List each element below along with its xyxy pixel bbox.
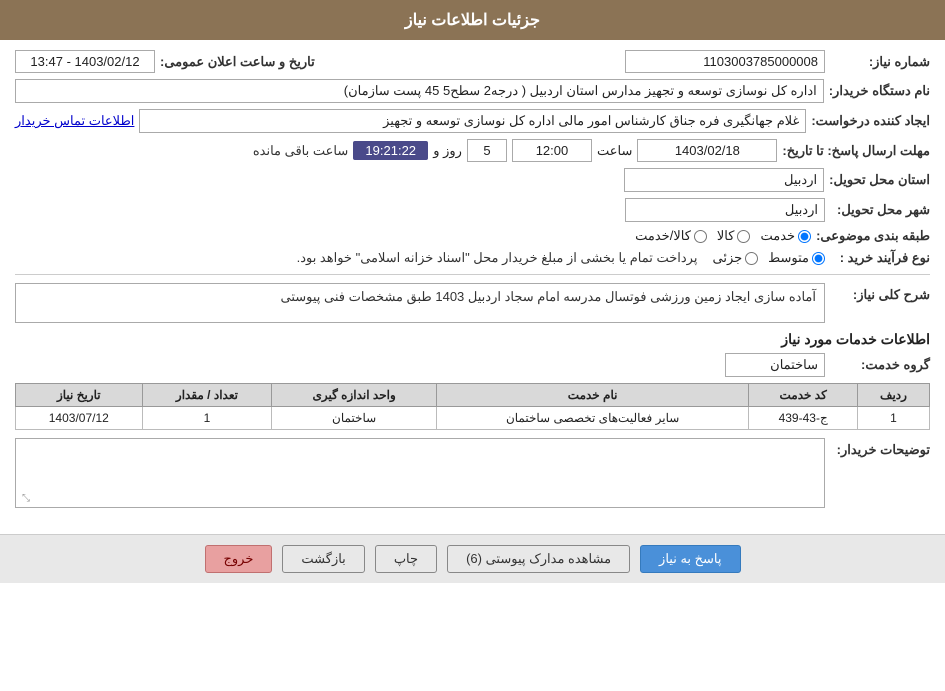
table-row: 1 ج-43-439 سایر فعالیت‌های تخصصی ساختمان… — [16, 407, 930, 430]
cell-unit: ساختمان — [272, 407, 437, 430]
answer-button[interactable]: پاسخ به نیاز — [640, 545, 740, 573]
deadline-days-label: روز و — [433, 143, 462, 159]
contact-link[interactable]: اطلاعات تماس خریدار — [15, 113, 134, 129]
radio-jozvi-text: جزئی — [712, 250, 742, 266]
col-header-service-code: کد خدمت — [749, 384, 858, 407]
radio-khadamat-label[interactable]: خدمت — [760, 228, 811, 244]
buyer-name-value: اداره کل نوسازی توسعه و تجهیز مدارس استا… — [15, 79, 824, 103]
deadline-time-label: ساعت — [597, 143, 632, 159]
back-button[interactable]: بازگشت — [282, 545, 364, 573]
deadline-days: 5 — [467, 139, 507, 162]
buyer-desc-label: توضیحات خریدار: — [830, 438, 930, 458]
radio-kala[interactable] — [737, 230, 750, 243]
col-header-unit: واحد اندازه گیری — [272, 384, 437, 407]
cell-quantity: 1 — [142, 407, 272, 430]
buyer-name-label: نام دستگاه خریدار: — [829, 83, 930, 99]
radio-jozvi[interactable] — [745, 252, 758, 265]
deadline-remaining-label: ساعت باقی مانده — [253, 143, 348, 159]
need-number-value: 1103003785000008 — [625, 50, 825, 73]
province-label: استان محل تحویل: — [829, 172, 930, 188]
category-radio-group: خدمت کالا کالا/خدمت — [635, 228, 811, 244]
need-desc-label: شرح کلی نیاز: — [830, 283, 930, 303]
need-number-label: شماره نیاز: — [830, 54, 930, 70]
city-label: شهر محل تحویل: — [830, 202, 930, 218]
footer-buttons: پاسخ به نیاز مشاهده مدارک پیوستی (6) چاپ… — [0, 534, 945, 583]
purchase-type-radio-group: متوسط جزئی — [712, 250, 825, 266]
services-table: ردیف کد خدمت نام خدمت واحد اندازه گیری ت… — [15, 383, 930, 430]
radio-kala-khadamat-label[interactable]: کالا/خدمت — [635, 228, 707, 244]
payment-note: پرداخت تمام یا بخشی از مبلغ خریدار محل "… — [15, 250, 707, 266]
radio-kala-khadamat-text: کالا/خدمت — [635, 228, 691, 244]
announce-datetime-label: تاریخ و ساعت اعلان عمومی: — [160, 54, 315, 70]
creator-value: غلام جهانگیری فره جناق کارشناس امور مالی… — [139, 109, 806, 133]
cell-date: 1403/07/12 — [16, 407, 143, 430]
col-header-row-num: ردیف — [857, 384, 929, 407]
creator-label: ایجاد کننده درخواست: — [811, 113, 930, 129]
announce-datetime-value: 1403/02/12 - 13:47 — [15, 50, 155, 73]
need-desc-value: آماده سازی ایجاد زمین ورزشی فوتسال مدرسه… — [15, 283, 825, 323]
view-docs-button[interactable]: مشاهده مدارک پیوستی (6) — [447, 545, 630, 573]
radio-kala-khadamat[interactable] — [694, 230, 707, 243]
radio-khadamat-text: خدمت — [760, 228, 795, 244]
radio-kala-label[interactable]: کالا — [717, 228, 751, 244]
province-value: اردبیل — [624, 168, 824, 192]
purchase-type-label: نوع فرآیند خرید : — [830, 250, 930, 266]
service-group-value: ساختمان — [725, 353, 825, 377]
col-header-date: تاریخ نیاز — [16, 384, 143, 407]
col-header-service-name: نام خدمت — [436, 384, 748, 407]
radio-kala-text: کالا — [717, 228, 735, 244]
page-title: جزئیات اطلاعات نیاز — [405, 12, 540, 29]
resize-handle[interactable]: ⤡ — [18, 493, 30, 505]
col-header-quantity: تعداد / مقدار — [142, 384, 272, 407]
exit-button[interactable]: خروج — [205, 545, 273, 573]
deadline-remaining-time: 19:21:22 — [353, 141, 428, 160]
cell-service-name: سایر فعالیت‌های تخصصی ساختمان — [436, 407, 748, 430]
buyer-desc-box[interactable]: ⤡ — [15, 438, 825, 508]
print-button[interactable]: چاپ — [375, 545, 437, 573]
deadline-time: 12:00 — [512, 139, 592, 162]
service-info-title: اطلاعات خدمات مورد نیاز — [15, 331, 930, 348]
city-value: اردبیل — [625, 198, 825, 222]
cell-service-code: ج-43-439 — [749, 407, 858, 430]
category-label: طبقه بندی موضوعی: — [816, 228, 930, 244]
radio-motevaset-label[interactable]: متوسط — [768, 250, 825, 266]
radio-khadamat[interactable] — [798, 230, 811, 243]
radio-motevaset-text: متوسط — [768, 250, 809, 266]
deadline-label: مهلت ارسال پاسخ: تا تاریخ: — [782, 143, 930, 159]
radio-jozvi-label[interactable]: جزئی — [712, 250, 758, 266]
cell-row-num: 1 — [857, 407, 929, 430]
page-header: جزئیات اطلاعات نیاز — [0, 0, 945, 40]
deadline-date: 1403/02/18 — [637, 139, 777, 162]
radio-motevaset[interactable] — [812, 252, 825, 265]
service-group-label: گروه خدمت: — [830, 357, 930, 373]
